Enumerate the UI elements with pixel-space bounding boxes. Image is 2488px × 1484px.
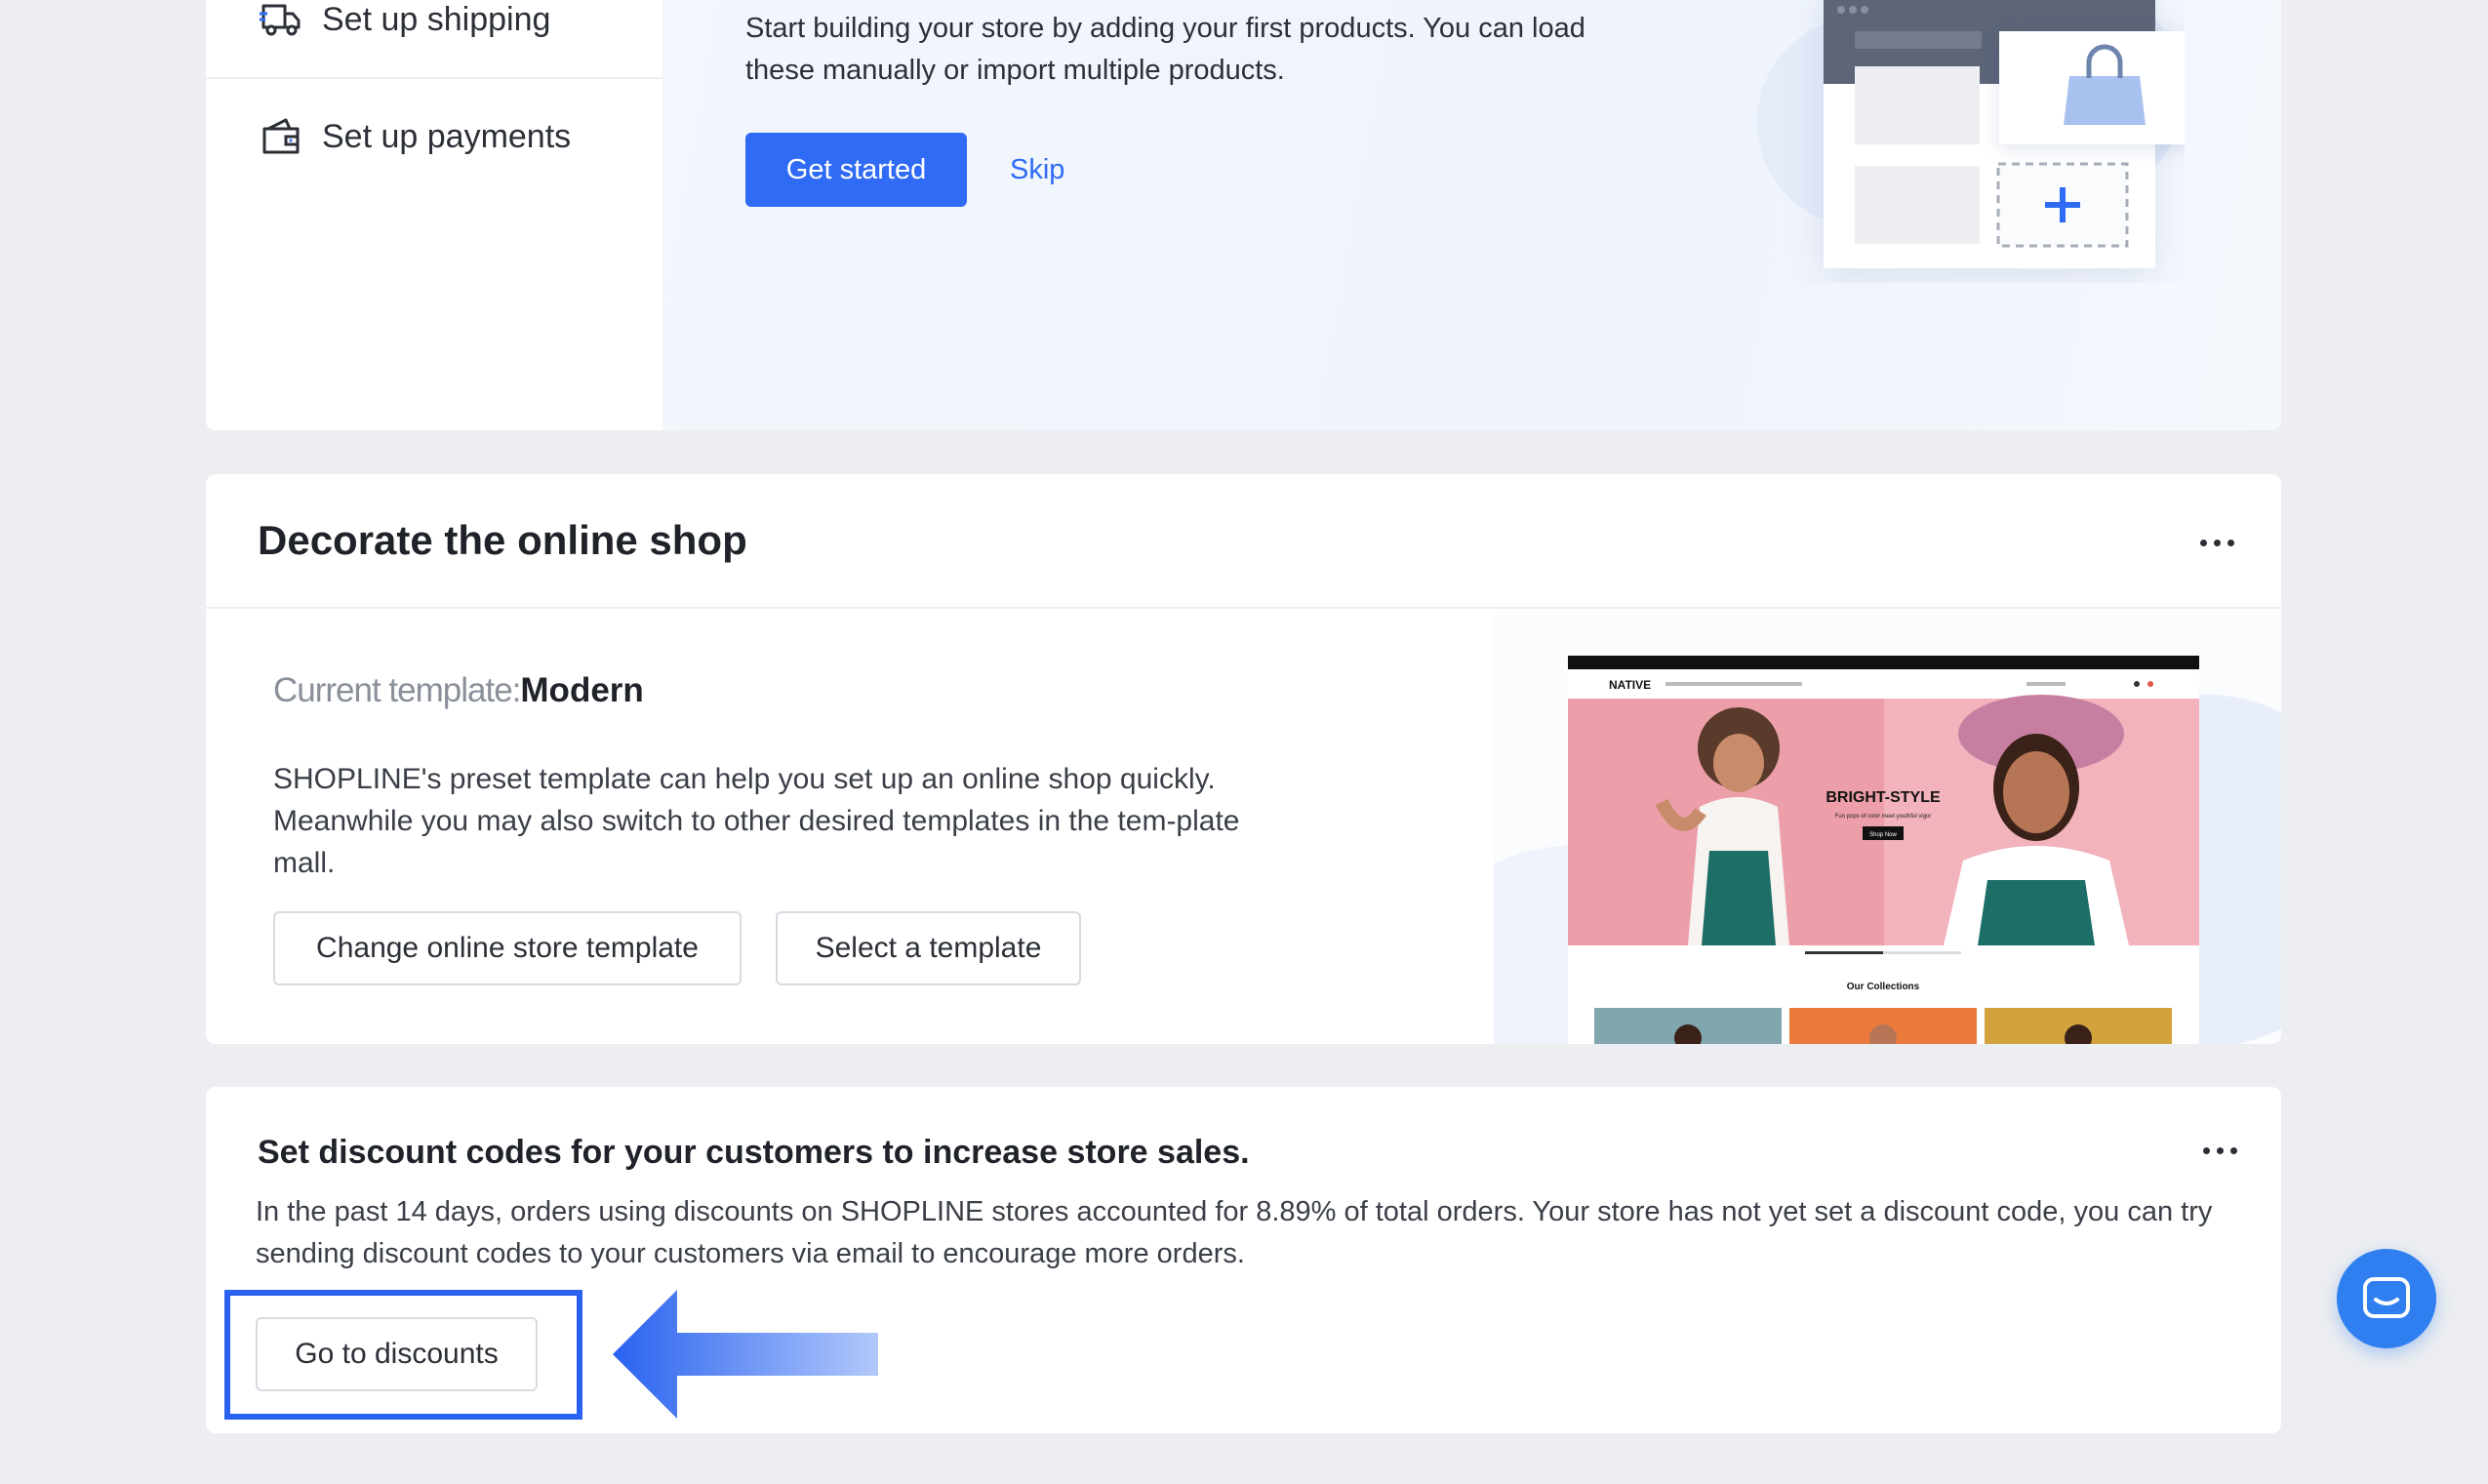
arrow-left-icon xyxy=(613,1290,878,1419)
skip-link[interactable]: Skip xyxy=(1010,133,1064,207)
truck-icon xyxy=(260,0,302,41)
divider xyxy=(206,77,662,79)
card-title: Decorate the online shop xyxy=(258,517,747,563)
select-template-button[interactable]: Select a template xyxy=(776,911,1081,985)
setup-steps-list: Set up shipping Set up payments xyxy=(206,0,662,430)
chat-icon[interactable] xyxy=(2337,1249,2436,1348)
preview-brand: NATIVE xyxy=(1609,678,1651,692)
add-products-illustration xyxy=(1757,0,2185,268)
decorate-shop-card: Decorate the online shop Current templat… xyxy=(206,474,2281,1044)
template-name: Modern xyxy=(520,671,644,709)
more-options-icon[interactable] xyxy=(2187,523,2246,562)
template-preview-image: NATIVE BRIGHT-STYLE Fun pops of color me… xyxy=(1568,656,2199,1044)
discount-description: In the past 14 days, orders using discou… xyxy=(256,1196,2213,1269)
template-label: Current template: xyxy=(273,671,521,709)
setup-step-content: Start building your store by adding your… xyxy=(662,0,2281,430)
preview-hero-title: BRIGHT-STYLE xyxy=(1826,789,1941,806)
setup-description: Start building your store by adding your… xyxy=(745,13,1585,86)
change-template-button[interactable]: Change online store template xyxy=(273,911,742,985)
preview-hero-subtitle: Fun pops of color meet youthful vigor xyxy=(1835,814,1932,820)
wallet-icon xyxy=(260,115,302,158)
divider xyxy=(206,607,2281,609)
more-options-icon[interactable] xyxy=(2190,1131,2249,1170)
preview-collections-title: Our Collections xyxy=(1847,982,1920,992)
step-label: Set up payments xyxy=(322,117,572,155)
decorate-description: SHOPLINE's preset template can help you … xyxy=(273,763,1240,879)
setup-guide-card: Set up shipping Set up payments Start bu… xyxy=(206,0,2281,430)
highlight-box xyxy=(224,1290,582,1420)
step-set-up-payments[interactable]: Set up payments xyxy=(260,115,571,158)
template-preview: NATIVE BRIGHT-STYLE Fun pops of color me… xyxy=(1568,656,2199,1044)
get-started-button[interactable]: Get started xyxy=(745,133,967,207)
preview-hero-button: Shop Now xyxy=(1869,832,1897,838)
step-set-up-shipping[interactable]: Set up shipping xyxy=(260,0,550,41)
card-title: Set discount codes for your customers to… xyxy=(258,1134,1250,1171)
current-template: Current template:Modern xyxy=(273,671,644,710)
step-label: Set up shipping xyxy=(322,0,551,38)
